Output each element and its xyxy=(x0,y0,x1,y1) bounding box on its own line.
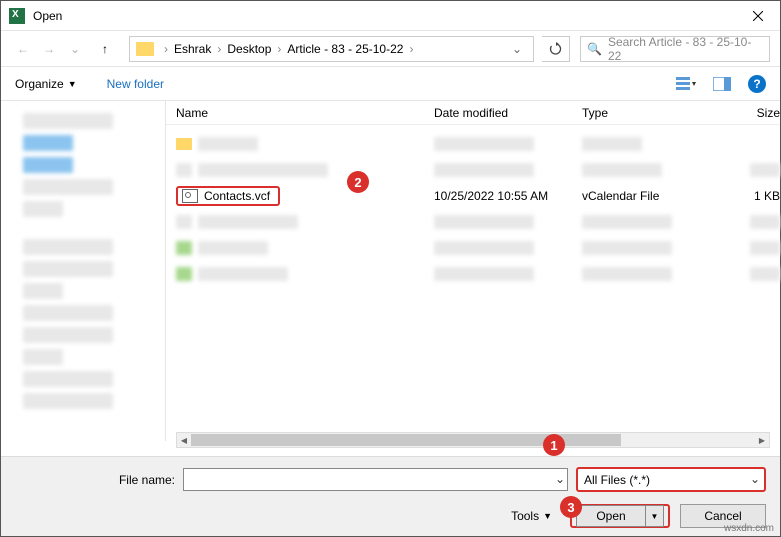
filename-input[interactable]: ⌄ xyxy=(183,468,568,491)
address-bar[interactable]: › Eshrak › Desktop › Article - 83 - 25-1… xyxy=(129,36,534,62)
new-folder-button[interactable]: New folder xyxy=(107,77,164,91)
navigation-pane[interactable] xyxy=(1,101,165,441)
annotation-callout-2: 2 xyxy=(347,171,369,193)
chevron-right-icon: › xyxy=(275,42,283,56)
list-item[interactable] xyxy=(166,131,780,157)
open-button[interactable]: Open xyxy=(576,505,646,527)
tools-menu[interactable]: Tools ▼ xyxy=(511,509,552,523)
search-placeholder: Search Article - 83 - 25-10-22 xyxy=(608,35,763,63)
filename-label: File name: xyxy=(15,473,175,487)
list-item[interactable] xyxy=(166,157,780,183)
file-size: 1 KB xyxy=(730,189,780,203)
column-type[interactable]: Type xyxy=(582,106,730,120)
chevron-down-icon[interactable]: ⌄ xyxy=(555,472,565,486)
folder-icon xyxy=(176,138,192,150)
search-icon: 🔍 xyxy=(587,42,602,56)
scroll-left-icon[interactable]: ◀ xyxy=(177,433,191,447)
file-name: Contacts.vcf xyxy=(204,189,270,203)
file-highlight: Contacts.vcf xyxy=(176,186,280,206)
toolbar: Organize ▼ New folder ? xyxy=(1,67,780,101)
chevron-down-icon: ▼ xyxy=(68,79,77,89)
file-type: vCalendar File xyxy=(582,189,730,203)
watermark: wsxdn.com xyxy=(724,523,774,534)
recent-dropdown[interactable]: ⌄ xyxy=(63,37,87,61)
folder-icon xyxy=(136,42,154,56)
filetype-value: All Files (*.*) xyxy=(584,473,650,487)
file-list: Name Date modified Type Size xyxy=(165,101,780,441)
filetype-dropdown[interactable]: All Files (*.*) ⌄ xyxy=(576,467,766,492)
body: Name Date modified Type Size xyxy=(1,101,780,441)
column-headers: Name Date modified Type Size xyxy=(166,101,780,125)
forward-button[interactable]: → xyxy=(37,37,61,61)
view-options-button[interactable] xyxy=(676,76,696,92)
annotation-callout-3: 3 xyxy=(560,496,582,518)
column-date[interactable]: Date modified xyxy=(434,106,582,120)
column-name[interactable]: Name xyxy=(176,106,434,120)
organize-menu[interactable]: Organize ▼ xyxy=(15,77,77,91)
excel-icon xyxy=(9,8,25,24)
window-title: Open xyxy=(33,9,735,23)
chevron-down-icon[interactable]: ⌄ xyxy=(750,472,760,486)
annotation-callout-1: 1 xyxy=(543,434,565,456)
footer: 1 File name: ⌄ All Files (*.*) ⌄ Tools ▼… xyxy=(1,456,780,536)
breadcrumb-item[interactable]: Article - 83 - 25-10-22 xyxy=(283,42,407,56)
chevron-down-icon: ▼ xyxy=(543,511,552,521)
chevron-right-icon: › xyxy=(162,42,170,56)
breadcrumb-item[interactable]: Eshrak xyxy=(170,42,215,56)
refresh-button[interactable] xyxy=(542,36,570,62)
up-button[interactable]: ↑ xyxy=(93,37,117,61)
list-item[interactable] xyxy=(166,261,780,287)
help-button[interactable]: ? xyxy=(748,75,766,93)
chevron-right-icon: › xyxy=(407,42,415,56)
vcard-icon xyxy=(182,189,198,203)
titlebar: Open xyxy=(1,1,780,31)
list-item[interactable] xyxy=(166,209,780,235)
open-button-highlight: Open ▼ xyxy=(570,504,670,528)
close-button[interactable] xyxy=(735,1,780,31)
list-item-contacts-vcf[interactable]: Contacts.vcf 10/25/2022 10:55 AM vCalend… xyxy=(166,183,780,209)
chevron-right-icon: › xyxy=(215,42,223,56)
address-dropdown[interactable]: ⌄ xyxy=(507,42,527,56)
breadcrumb-item[interactable]: Desktop xyxy=(223,42,275,56)
preview-pane-button[interactable] xyxy=(712,76,732,92)
search-input[interactable]: 🔍 Search Article - 83 - 25-10-22 xyxy=(580,36,770,62)
navbar: ← → ⌄ ↑ › Eshrak › Desktop › Article - 8… xyxy=(1,31,780,67)
column-size[interactable]: Size xyxy=(730,106,780,120)
back-button[interactable]: ← xyxy=(11,37,35,61)
list-item[interactable] xyxy=(166,235,780,261)
horizontal-scrollbar[interactable]: ◀ ▶ xyxy=(176,432,770,448)
scroll-right-icon[interactable]: ▶ xyxy=(755,433,769,447)
open-dropdown[interactable]: ▼ xyxy=(646,505,664,527)
file-date: 10/25/2022 10:55 AM xyxy=(434,189,582,203)
